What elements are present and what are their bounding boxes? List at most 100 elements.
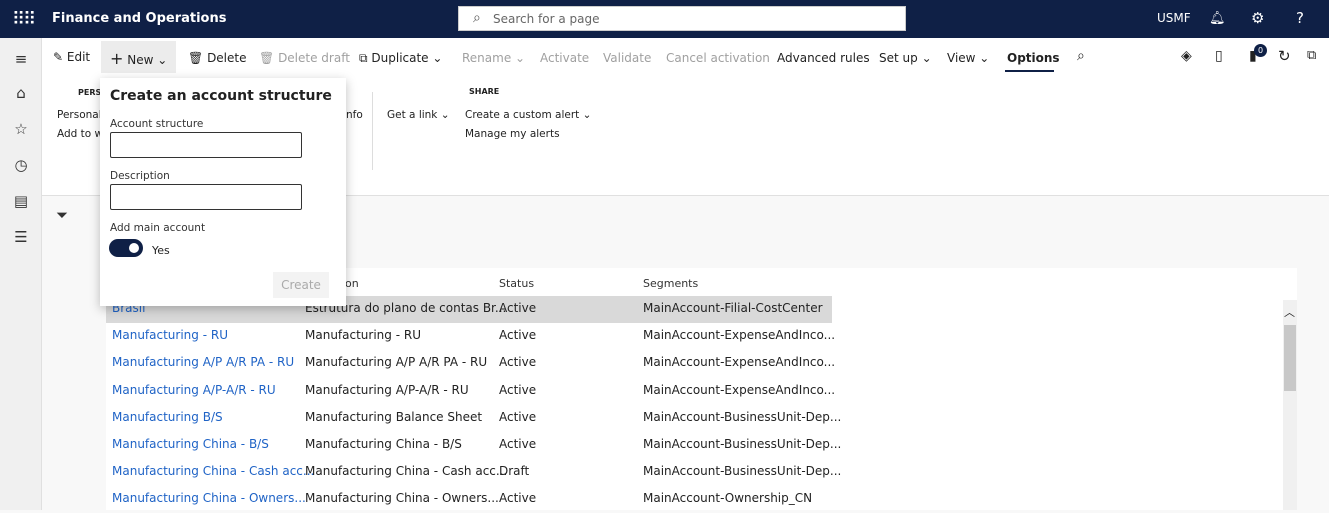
cell-status: Draft bbox=[499, 464, 530, 479]
cell-status: Active bbox=[499, 355, 537, 370]
refresh-icon[interactable]: ↻ bbox=[1278, 47, 1291, 65]
search-icon: ⌕ bbox=[473, 10, 481, 26]
home-icon[interactable]: ⌂ bbox=[12, 84, 30, 102]
cell-description: Manufacturing - RU bbox=[305, 328, 421, 343]
add-main-account-toggle[interactable] bbox=[109, 239, 143, 257]
help-icon[interactable]: ? bbox=[1296, 9, 1304, 27]
app-launcher-icon[interactable]: ⠿⠿ bbox=[12, 9, 36, 30]
set-up-label: Set up bbox=[879, 51, 918, 65]
cell-description: Manufacturing China - B/S bbox=[305, 437, 462, 451]
cell-status: Active bbox=[499, 437, 537, 451]
description-label: Description bbox=[110, 170, 170, 182]
manage-alerts-button[interactable]: Manage my alerts bbox=[465, 128, 560, 140]
activate-button[interactable]: Activate bbox=[540, 51, 589, 65]
advanced-rules-button[interactable]: Advanced rules bbox=[777, 51, 870, 65]
custom-alert-label: Create a custom alert bbox=[465, 109, 580, 121]
bell-icon[interactable]: 🔔︎ bbox=[1209, 11, 1226, 26]
get-a-link-menu[interactable]: Get a link ⌄ bbox=[387, 109, 450, 121]
gear-icon[interactable]: ⚙ bbox=[1251, 9, 1264, 27]
star-icon[interactable]: ☆ bbox=[12, 120, 30, 138]
add-to-workspace-button[interactable]: Add to w bbox=[57, 128, 103, 140]
new-label: New bbox=[127, 53, 154, 67]
personalize-group-header: PERS bbox=[78, 88, 102, 97]
add-main-account-value: Yes bbox=[152, 244, 170, 257]
cell-segments: MainAccount-Filial-CostCenter bbox=[643, 301, 823, 315]
edit-button[interactable]: ✎ Edit bbox=[53, 50, 90, 64]
company-picker[interactable]: USMF bbox=[1157, 11, 1191, 25]
workspace-icon[interactable]: ▤ bbox=[12, 192, 30, 210]
cell-description: Manufacturing A/P A/R PA - RU bbox=[305, 355, 488, 370]
cell-name[interactable]: Manufacturing China - Cash acc... bbox=[112, 464, 314, 478]
cell-segments: MainAccount-ExpenseAndInco... bbox=[643, 328, 836, 343]
clock-icon[interactable]: ◷ bbox=[12, 156, 30, 174]
cancel-activation-button[interactable]: Cancel activation bbox=[666, 51, 770, 65]
notification-badge: 0 bbox=[1254, 44, 1267, 57]
create-button[interactable]: Create bbox=[273, 272, 329, 298]
cell-description: Manufacturing China - Cash acc... bbox=[305, 464, 508, 479]
cell-name[interactable]: Manufacturing China - Owners... bbox=[112, 491, 306, 505]
view-menu[interactable]: View ⌄ bbox=[947, 51, 989, 65]
delete-draft-label: Delete draft bbox=[278, 51, 350, 65]
cell-name[interactable]: Manufacturing B/S bbox=[112, 410, 223, 424]
cell-name[interactable]: Manufacturing A/P-A/R - RU bbox=[112, 383, 276, 397]
power-apps-icon[interactable]: ◈ bbox=[1181, 48, 1192, 64]
cell-name[interactable]: Manufacturing A/P A/R PA - RU bbox=[112, 355, 294, 369]
app-title: Finance and Operations bbox=[52, 11, 227, 26]
duplicate-button[interactable]: ⧉ Duplicate ⌄ bbox=[359, 51, 442, 66]
account-structure-label: Account structure bbox=[110, 118, 204, 130]
cell-description: Manufacturing China - Owners... bbox=[305, 491, 499, 506]
rename-button[interactable]: Rename ⌄ bbox=[462, 51, 525, 65]
cell-status: Active bbox=[499, 491, 537, 506]
filter-icon[interactable]: ⏷ bbox=[56, 206, 68, 224]
cell-segments: MainAccount-ExpenseAndInco... bbox=[643, 382, 836, 397]
office-icon[interactable]: ▯ bbox=[1215, 48, 1223, 64]
top-bar: ⠿⠿ Finance and Operations ⌕ Search for a … bbox=[0, 0, 1329, 38]
get-link-label: Get a link bbox=[387, 109, 438, 121]
search-placeholder: Search for a page bbox=[493, 12, 600, 26]
cell-status: Active bbox=[499, 382, 537, 397]
delete-draft-button[interactable]: 🗑︎ Delete draft bbox=[259, 51, 350, 65]
open-in-new-window-icon[interactable]: ⧉ bbox=[1307, 48, 1316, 63]
tab-options[interactable]: Options bbox=[1007, 51, 1060, 65]
description-input[interactable] bbox=[110, 184, 302, 210]
search-icon[interactable]: ⌕ bbox=[1077, 48, 1085, 64]
cell-name[interactable]: Manufacturing China - B/S bbox=[112, 437, 269, 451]
add-main-account-label: Add main account bbox=[110, 222, 206, 234]
cell-description: Manufacturing A/P-A/R - RU bbox=[305, 382, 469, 397]
set-up-menu[interactable]: Set up ⌄ bbox=[879, 51, 932, 65]
cell-segments: MainAccount-BusinessUnit-Dep... bbox=[643, 437, 842, 451]
cell-segments: MainAccount-BusinessUnit-Dep... bbox=[643, 464, 842, 479]
column-header-segments[interactable]: Segments bbox=[643, 277, 698, 290]
plus-icon: + bbox=[110, 49, 124, 68]
create-custom-alert-menu[interactable]: Create a custom alert ⌄ bbox=[465, 109, 591, 121]
search-input[interactable]: ⌕ Search for a page bbox=[458, 6, 906, 31]
cell-status: Active bbox=[499, 301, 537, 315]
cell-segments: MainAccount-BusinessUnit-Dep... bbox=[643, 409, 842, 424]
nav-rail: ≡ ⌂ ☆ ◷ ▤ ☰ bbox=[0, 38, 42, 510]
dialog-title: Create an account structure bbox=[110, 88, 332, 104]
cell-status: Active bbox=[499, 328, 537, 343]
column-header-status[interactable]: Status bbox=[499, 277, 534, 290]
options-tab-underline bbox=[1005, 70, 1054, 72]
view-label: View bbox=[947, 51, 976, 65]
cell-segments: MainAccount-Ownership_CN bbox=[643, 491, 813, 506]
rename-label: Rename bbox=[462, 51, 512, 65]
modules-icon[interactable]: ☰ bbox=[12, 228, 30, 246]
validate-button[interactable]: Validate bbox=[603, 51, 651, 65]
hamburger-icon[interactable]: ≡ bbox=[12, 50, 30, 68]
cell-description: Manufacturing Balance Sheet bbox=[305, 409, 483, 424]
delete-button[interactable]: 🗑︎ Delete bbox=[188, 51, 247, 65]
cell-name[interactable]: Manufacturing - RU bbox=[112, 328, 228, 342]
record-info-button[interactable]: nfo bbox=[346, 109, 363, 121]
account-structure-input[interactable] bbox=[110, 132, 302, 158]
cell-status: Active bbox=[499, 409, 537, 424]
new-button[interactable]: + New ⌄ bbox=[110, 49, 167, 68]
delete-label: Delete bbox=[207, 51, 247, 65]
scroll-up-icon[interactable]: ︿ bbox=[1284, 304, 1295, 320]
edit-label: Edit bbox=[66, 50, 91, 64]
cell-segments: MainAccount-ExpenseAndInco... bbox=[643, 355, 836, 370]
scrollbar-thumb[interactable] bbox=[1284, 325, 1296, 391]
ribbon-divider bbox=[372, 92, 373, 170]
duplicate-label: Duplicate bbox=[371, 51, 429, 65]
share-group-header: SHARE bbox=[469, 87, 500, 96]
